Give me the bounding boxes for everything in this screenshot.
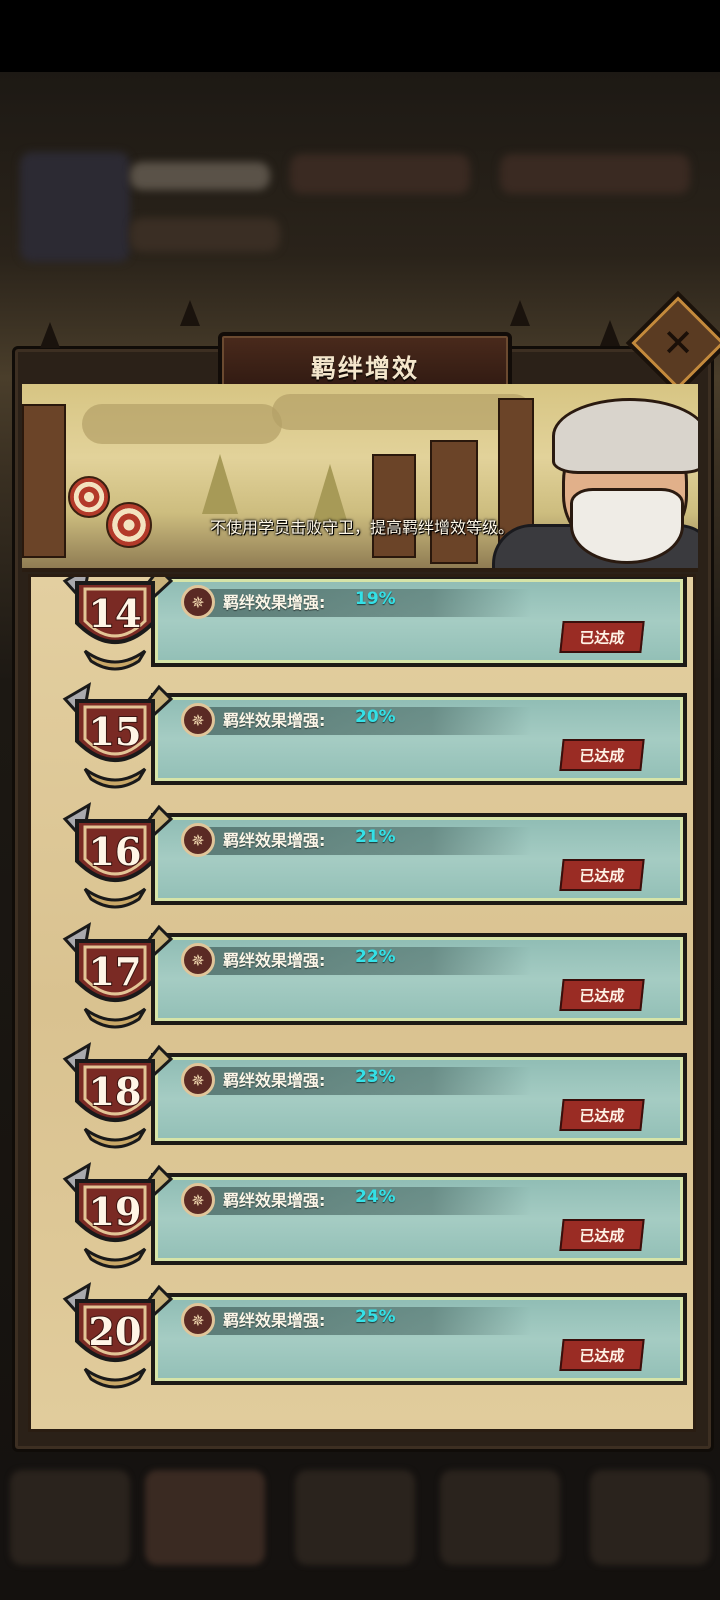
- reward-row: 15 ✵ 羁绊效果增强: 20% 已达成: [51, 682, 687, 789]
- level-number: 17: [89, 949, 142, 994]
- level-shield-badge: 17: [62, 922, 174, 1029]
- bond-effect-label: 羁绊效果增强:: [223, 1191, 326, 1210]
- reward-row: 18 ✵ 羁绊效果增强: 23% 已达成: [51, 1042, 687, 1149]
- nav-tab-4[interactable]: [440, 1470, 560, 1565]
- gem-counter: [500, 154, 690, 194]
- bond-effect-value: 24%: [355, 1187, 396, 1207]
- level-shield-badge: 15: [62, 682, 174, 789]
- banner-illustration: 不使用学员击败守卫，提高羁绊增效等级。: [22, 384, 698, 572]
- frame-spike: [510, 300, 530, 326]
- level-shield-badge: 18: [62, 1042, 174, 1149]
- level-shield-badge: 16: [62, 802, 174, 909]
- bond-star-icon: ✵: [181, 1183, 215, 1217]
- achieved-badge[interactable]: 已达成: [559, 1219, 645, 1251]
- achieved-badge[interactable]: 已达成: [559, 1099, 645, 1131]
- status-bar: [0, 0, 720, 72]
- player-avatar: [20, 152, 130, 262]
- level-number: 19: [89, 1189, 142, 1234]
- bond-effect-value: 23%: [355, 1067, 396, 1087]
- bond-effect-value: 22%: [355, 947, 396, 967]
- level-number: 14: [89, 591, 142, 636]
- nav-tab-5[interactable]: [590, 1470, 710, 1565]
- level-number: 20: [89, 1309, 142, 1354]
- nav-tab-1[interactable]: [10, 1470, 130, 1565]
- level-shield-badge: 14: [62, 577, 174, 671]
- bond-star-icon: ✵: [181, 1063, 215, 1097]
- bond-effect-value: 21%: [355, 827, 396, 847]
- level-number: 15: [89, 709, 142, 754]
- bond-effect-label: 羁绊效果增强:: [223, 1071, 326, 1090]
- level-shield-badge: 19: [62, 1162, 174, 1269]
- frame-spike: [600, 320, 620, 346]
- bond-effect-label: 羁绊效果增强:: [223, 951, 326, 970]
- bond-effect-value: 20%: [355, 707, 396, 727]
- bond-star-icon: ✵: [181, 585, 215, 619]
- energy-counter: [130, 218, 280, 252]
- achieved-badge[interactable]: 已达成: [559, 739, 645, 771]
- achieved-badge[interactable]: 已达成: [559, 859, 645, 891]
- bond-star-icon: ✵: [181, 823, 215, 857]
- nav-tab-3[interactable]: [295, 1470, 415, 1565]
- level-number: 16: [89, 829, 142, 874]
- bond-effect-label: 羁绊效果增强:: [223, 711, 326, 730]
- mentor-hair: [552, 398, 698, 474]
- bond-star-icon: ✵: [181, 943, 215, 977]
- frame-spike: [40, 322, 60, 348]
- reward-list[interactable]: 14 ✵ 羁绊效果增强: 19% 已达成 15 ✵ 羁绊效果增强: 20% 已达…: [28, 574, 696, 1432]
- frame-spike: [180, 300, 200, 326]
- mentor-beard: [570, 488, 684, 564]
- banner-description: 不使用学员击败守卫，提高羁绊增效等级。: [209, 518, 514, 537]
- bond-effect-label: 羁绊效果增强:: [223, 593, 326, 612]
- bond-star-icon: ✵: [181, 1303, 215, 1337]
- reward-row: 20 ✵ 羁绊效果增强: 25% 已达成: [51, 1282, 687, 1389]
- bond-effect-label: 羁绊效果增强:: [223, 1311, 326, 1330]
- popup-title: 羁绊增效: [310, 354, 419, 383]
- reward-row: 17 ✵ 羁绊效果增强: 22% 已达成: [51, 922, 687, 1029]
- nav-tab-2[interactable]: [145, 1470, 265, 1565]
- level-number: 18: [89, 1069, 142, 1114]
- reward-row: 19 ✵ 羁绊效果增强: 24% 已达成: [51, 1162, 687, 1269]
- bond-effect-label: 羁绊效果增强:: [223, 831, 326, 850]
- bond-star-icon: ✵: [181, 703, 215, 737]
- achieved-badge[interactable]: 已达成: [559, 621, 645, 653]
- gold-counter: [290, 154, 470, 194]
- achieved-badge[interactable]: 已达成: [559, 1339, 645, 1371]
- level-shield-badge: 20: [62, 1282, 174, 1389]
- player-name: [130, 162, 270, 190]
- reward-row: 16 ✵ 羁绊效果增强: 21% 已达成: [51, 802, 687, 909]
- reward-row: 14 ✵ 羁绊效果增强: 19% 已达成: [51, 577, 687, 671]
- bond-effect-value: 19%: [355, 589, 396, 609]
- bond-effect-value: 25%: [355, 1307, 396, 1327]
- close-icon[interactable]: ✕: [641, 306, 715, 380]
- achieved-badge[interactable]: 已达成: [559, 979, 645, 1011]
